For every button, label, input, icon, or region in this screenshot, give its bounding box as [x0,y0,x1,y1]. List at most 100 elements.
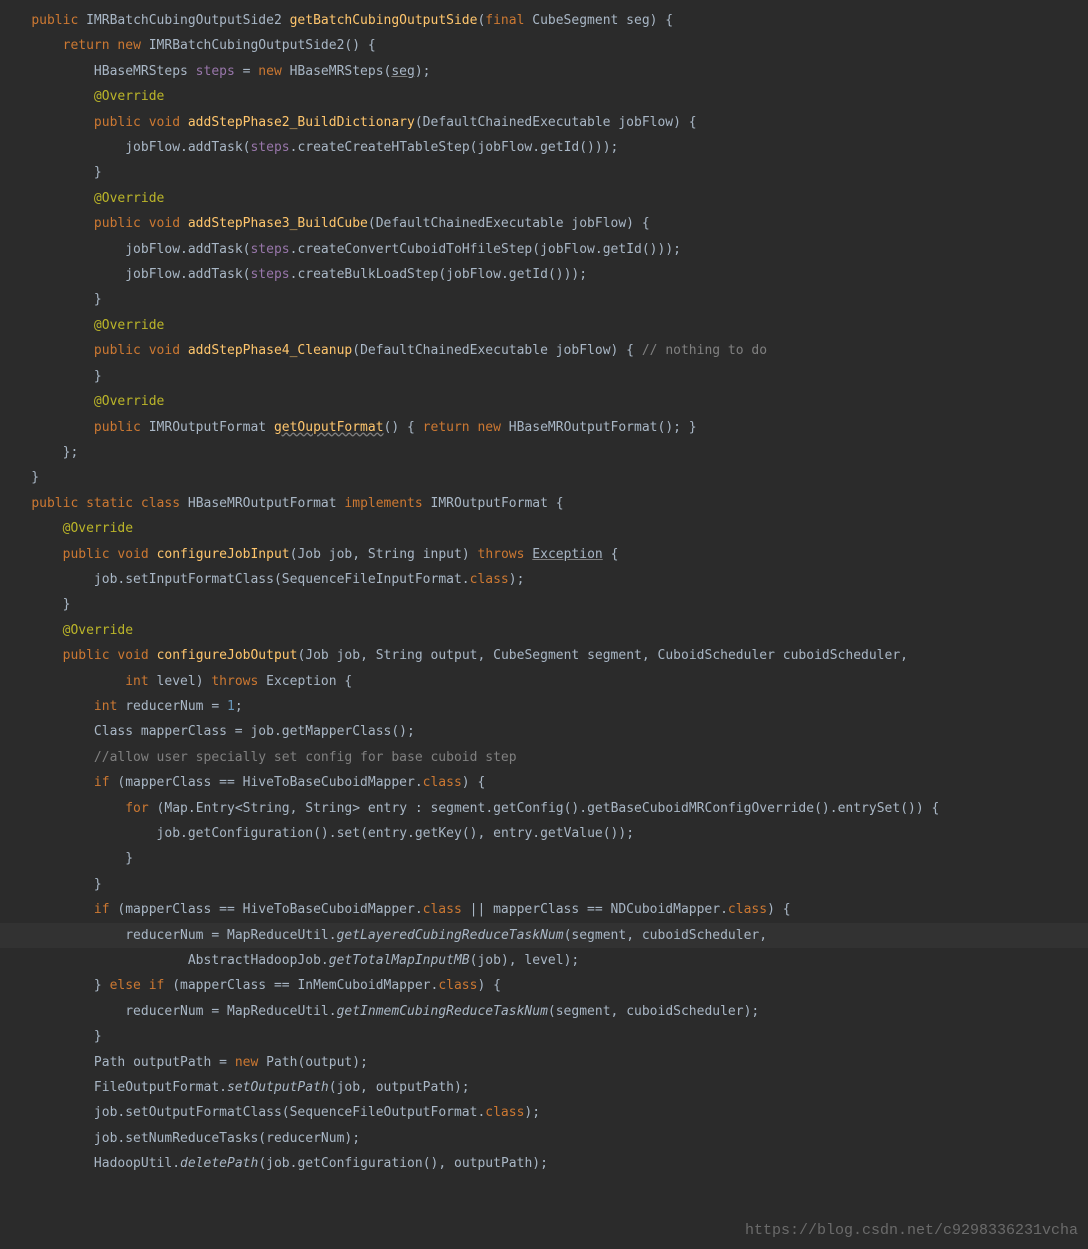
keyword: implements [344,496,422,511]
keyword: int [94,699,117,714]
method-name: getOuputFormat [274,420,384,435]
keyword: class [141,496,180,511]
method: set [337,826,360,841]
keyword: for [125,801,148,816]
method-name: configureJobOutput [157,648,298,663]
type: DefaultChainedExecutable [360,343,548,358]
method: addTask [188,242,243,257]
keyword: else [110,978,141,993]
keyword: throws [211,674,258,689]
code-editor[interactable]: public IMRBatchCubingOutputSide2 getBatc… [0,0,1088,1177]
obj: jobFlow [477,140,532,155]
arg: cuboidScheduler [626,1004,743,1019]
exception: Exception [532,547,602,562]
var: reducerNum [125,1004,203,1019]
keyword: public [94,343,141,358]
type: HiveToBaseCuboidMapper [243,902,415,917]
obj: jobFlow [125,140,180,155]
keyword: if [94,775,110,790]
var: reducerNum [125,699,203,714]
var: mapperClass [125,902,211,917]
type: Path [94,1055,125,1070]
method: addTask [188,267,243,282]
keyword: public [63,648,110,663]
obj: job [157,826,180,841]
keyword: new [235,1055,258,1070]
type: AbstractHadoopJob [188,953,321,968]
type: NDCuboidMapper [611,902,721,917]
keyword: class [485,1105,524,1120]
type: DefaultChainedExecutable [423,115,611,130]
annotation: @Override [94,318,164,333]
watermark-text: https://blog.csdn.net/c9298336231vcha [745,1218,1078,1243]
keyword: class [423,902,462,917]
type: IMROutputFormat [149,420,266,435]
param: jobFlow [556,343,611,358]
arg: segment [556,1004,611,1019]
keyword: public [94,420,141,435]
obj: job [250,724,273,739]
keyword: public [63,547,110,562]
type: Class [94,724,133,739]
keyword: void [149,216,180,231]
keyword: return [423,420,470,435]
keyword: static [86,496,133,511]
highlighted-line: reducerNum = MapReduceUtil.getLayeredCub… [0,923,1088,948]
var: mapperClass [125,775,211,790]
method: setNumReduceTasks [125,1131,258,1146]
field: steps [196,64,235,79]
method: getLayeredCubingReduceTaskNum [337,928,564,943]
method: createConvertCuboidToHfileStep [297,242,532,257]
method: createBulkLoadStep [297,267,438,282]
keyword: class [470,572,509,587]
param: job [337,648,360,663]
type: Entry [196,801,235,816]
method-name: addStepPhase3_BuildCube [188,216,368,231]
type: HBaseMRSteps [94,64,188,79]
type: MapReduceUtil [227,1004,329,1019]
keyword: public [31,13,78,28]
arg: seg [391,64,414,79]
keyword: new [117,38,140,53]
arg: job [477,953,500,968]
type: SequenceFileInputFormat [282,572,462,587]
type: IMRBatchCubingOutputSide2 [149,38,345,53]
method-name: addStepPhase4_Cleanup [188,343,352,358]
number: 1 [227,699,235,714]
annotation: @Override [63,623,133,638]
var: mapperClass [141,724,227,739]
arg: outputPath [376,1080,454,1095]
keyword: throws [478,547,525,562]
arg: output [305,1055,352,1070]
field: steps [250,267,289,282]
obj: jobFlow [125,267,180,282]
param: jobFlow [618,115,673,130]
method: getId [540,140,579,155]
method: getConfig [493,801,563,816]
keyword: void [117,547,148,562]
arg: segment [571,928,626,943]
method: setOutputFormatClass [125,1105,282,1120]
type: String [243,801,290,816]
keyword: public [31,496,78,511]
annotation: @Override [63,521,133,536]
obj: entry [493,826,532,841]
keyword: class [728,902,767,917]
method: getKey [415,826,462,841]
param: level [157,674,196,689]
keyword: public [94,216,141,231]
method: getId [603,242,642,257]
var: mapperClass [180,978,266,993]
type: String [305,801,352,816]
type: HadoopUtil [94,1156,172,1171]
arg: job [337,1080,360,1095]
keyword: class [438,978,477,993]
obj: job [94,1131,117,1146]
annotation: @Override [94,89,164,104]
type: HBaseMRSteps [290,64,384,79]
keyword: void [149,115,180,130]
annotation: @Override [94,191,164,206]
type: Job [297,547,320,562]
param: output [431,648,478,663]
method: getInmemCubingReduceTaskNum [337,1004,548,1019]
